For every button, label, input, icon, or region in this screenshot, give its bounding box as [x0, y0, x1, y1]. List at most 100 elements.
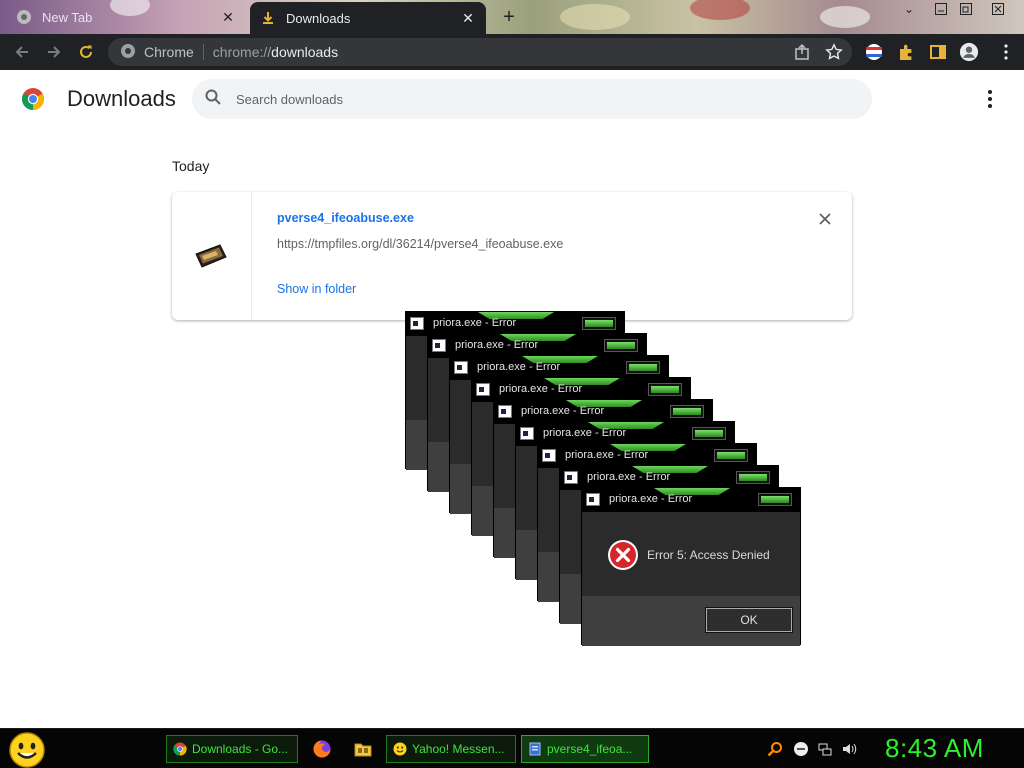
forward-arrow-icon [48, 46, 61, 58]
dialog-title: priora.exe - Error [521, 405, 605, 417]
app-window-icon [586, 493, 600, 506]
taskbar-button-yahoo-messenger[interactable]: Yahoo! Messen... [386, 735, 516, 763]
app-window-icon [432, 339, 446, 352]
extensions-puzzle-icon[interactable] [896, 42, 916, 62]
close-tab-icon[interactable]: ✕ [460, 10, 476, 26]
yahoo-messenger-icon [393, 742, 407, 756]
dialog-close-button[interactable] [626, 361, 660, 374]
omnibox-divider [202, 44, 204, 60]
new-tab-button[interactable]: + [498, 6, 520, 28]
dialog-close-button[interactable] [670, 405, 704, 418]
chevron-down-icon[interactable]: ⌄ [896, 0, 922, 18]
tab-strip: New Tab ✕ Downloads ✕ + ⌄ [0, 0, 1024, 34]
address-bar[interactable]: Chrome chrome://downloads [108, 38, 852, 66]
remove-download-close-icon[interactable] [816, 210, 834, 228]
firefox-icon[interactable] [312, 739, 332, 759]
tab-label: New Tab [42, 9, 93, 25]
chrome-site-icon [120, 43, 136, 62]
search-icon [204, 88, 222, 111]
tab-label: Downloads [286, 10, 351, 26]
app-window-icon [498, 405, 512, 418]
dialog-close-button[interactable] [758, 493, 792, 506]
page-title: Downloads [67, 86, 176, 111]
search-bar[interactable] [192, 79, 872, 119]
wallpaper-splash [560, 4, 630, 30]
close-tab-icon[interactable]: ✕ [220, 9, 236, 25]
taskbar-clock[interactable]: 8:43 AM [885, 733, 984, 764]
taskbar-button-chrome[interactable]: Downloads - Go... [166, 735, 298, 763]
ok-button[interactable]: OK [705, 607, 793, 633]
error-message: Error 5: Access Denied [647, 548, 770, 562]
taskbar-button-pverse4[interactable]: pverse4_ifeoa... [521, 735, 649, 763]
tab-downloads[interactable]: Downloads ✕ [250, 2, 486, 34]
app-window-icon [454, 361, 468, 374]
dialog-close-button[interactable] [736, 471, 770, 484]
side-panel-icon[interactable] [928, 42, 948, 62]
forward-button[interactable] [43, 41, 65, 63]
download-item: pverse4_ifeoabuse.exe https://tmpfiles.o… [172, 192, 852, 320]
profile-flag-icon[interactable] [864, 42, 884, 62]
tab-new-tab[interactable]: New Tab ✕ [6, 3, 246, 31]
taskbar: Downloads - Go... Yahoo! Messen... pvers… [0, 728, 1024, 768]
messenger-status-icon[interactable] [792, 740, 810, 758]
downloads-header: Downloads [0, 70, 1024, 128]
dialog-close-button[interactable] [582, 317, 616, 330]
chrome-icon [173, 742, 187, 756]
start-button-smiley-icon[interactable] [8, 731, 46, 768]
app-window-icon [476, 383, 490, 396]
download-icon-area [172, 192, 252, 320]
dialog-title: priora.exe - Error [609, 493, 693, 505]
restore-button[interactable] [953, 0, 979, 18]
taskbar-button-label: Downloads - Go... [192, 742, 289, 756]
bookmark-star-icon[interactable] [824, 42, 844, 62]
download-filename-link[interactable]: pverse4_ifeoabuse.exe [277, 211, 414, 225]
wallpaper-splash [690, 0, 750, 20]
volume-icon[interactable] [840, 740, 858, 758]
exe-file-icon [529, 742, 541, 756]
dialog-title: priora.exe - Error [587, 471, 671, 483]
more-actions-icon[interactable] [980, 88, 1000, 110]
share-icon[interactable] [792, 42, 812, 62]
dialog-title: priora.exe - Error [543, 427, 627, 439]
dialog-close-button[interactable] [604, 339, 638, 352]
network-icon[interactable] [816, 740, 834, 758]
wallpaper-splash [820, 6, 870, 28]
date-heading: Today [172, 158, 210, 174]
reload-icon [80, 45, 92, 58]
back-arrow-icon [15, 46, 28, 58]
taskbar-button-label: Yahoo! Messen... [412, 742, 505, 756]
executable-file-icon [194, 242, 228, 270]
dialog-title: priora.exe - Error [499, 383, 583, 395]
dialog-close-button[interactable] [692, 427, 726, 440]
dialog-titlebar[interactable]: priora.exe - Error [582, 488, 800, 512]
reload-button[interactable] [75, 41, 97, 63]
download-source-url: https://tmpfiles.org/dl/36214/pverse4_if… [277, 237, 564, 251]
dialog-title: priora.exe - Error [433, 317, 517, 329]
dialog-title: priora.exe - Error [477, 361, 561, 373]
url-scheme: chrome:// [212, 44, 272, 60]
app-window-icon [520, 427, 534, 440]
download-icon [260, 10, 276, 26]
dialog-title: priora.exe - Error [455, 339, 539, 351]
browser-menu-icon[interactable] [996, 42, 1016, 62]
back-button[interactable] [11, 41, 33, 63]
app-window-icon [564, 471, 578, 484]
dialog-title: priora.exe - Error [565, 449, 649, 461]
browser-toolbar: Chrome chrome://downloads [0, 34, 1024, 70]
site-label: Chrome [144, 44, 194, 60]
dialog-body: Error 5: Access Denied [582, 512, 800, 596]
taskbar-button-label: pverse4_ifeoa... [547, 742, 633, 756]
search-input[interactable] [236, 91, 796, 107]
show-in-folder-link[interactable]: Show in folder [277, 282, 356, 296]
chrome-icon [16, 9, 32, 25]
chrome-logo-icon [21, 87, 45, 111]
account-avatar-icon[interactable] [959, 42, 979, 62]
app-window-icon [410, 317, 424, 330]
error-x-icon [607, 539, 639, 571]
folder-icon[interactable] [353, 739, 373, 759]
dialog-close-button[interactable] [648, 383, 682, 396]
minimize-button[interactable] [928, 0, 954, 18]
dialog-close-button[interactable] [714, 449, 748, 462]
search-tray-icon[interactable] [766, 740, 784, 758]
close-window-button[interactable] [985, 0, 1011, 18]
